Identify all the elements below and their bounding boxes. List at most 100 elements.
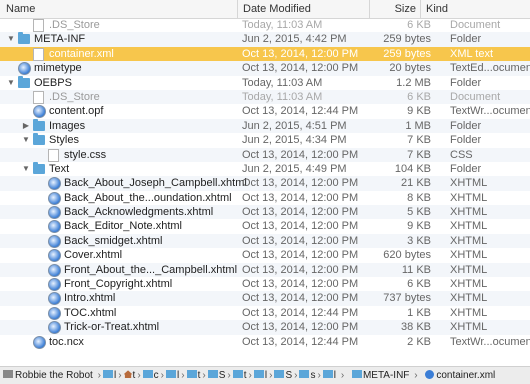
path-file-label: container.xml	[436, 370, 496, 381]
file-kind: Folder	[450, 76, 482, 89]
path-segment[interactable]: l	[253, 367, 267, 384]
column-size-header[interactable]: Size	[369, 0, 422, 18]
file-size: 5 KB	[407, 206, 431, 219]
path-segment-label: l	[177, 370, 180, 381]
column-name-header[interactable]: Name	[6, 0, 35, 18]
path-folder-meta-inf[interactable]: META-INF	[351, 367, 409, 384]
file-date: Oct 13, 2014, 12:44 PM	[242, 105, 359, 118]
file-row[interactable]: Cover.xhtml Oct 13, 2014, 12:00 PM 620 byt…	[0, 248, 530, 263]
file-size: 6 KB	[407, 90, 431, 103]
path-bar: Robbie the Robot › l › t › c › l › t › S › t › l › S › s › l …	[0, 366, 530, 384]
file-row[interactable]: container.xml Oct 13, 2014, 12:00 PM 259 b…	[0, 46, 530, 62]
path-separator: ›	[340, 370, 345, 381]
file-kind: XHTML	[450, 191, 488, 204]
path-segment-label: s	[310, 370, 316, 381]
file-name: Front_Copyright.xhtml	[64, 278, 173, 291]
file-row[interactable]: ▼ Styles Jun 2, 2015, 4:34 PM 7 KB Folder	[0, 133, 530, 147]
path-segment[interactable]: s	[299, 367, 315, 384]
file-size: 620 bytes	[383, 249, 431, 262]
file-date: Oct 13, 2014, 12:00 PM	[242, 278, 359, 291]
file-date: Oct 13, 2014, 12:44 PM	[242, 306, 359, 319]
file-row[interactable]: ▼ OEBPS Today, 11:03 AM 1.2 MB Folder	[0, 75, 530, 90]
file-name: .DS_Store	[49, 19, 100, 31]
file-list: .DS_Store Today, 11:03 AM 6 KB Document ▼ MET…	[0, 18, 530, 349]
home-icon	[123, 370, 133, 379]
path-segment[interactable]: t	[186, 367, 201, 384]
file-row[interactable]: Back_Acknowledgments.xhtml Oct 13, 2014, …	[0, 205, 530, 220]
file-name: Back_About_Joseph_Campbell.xhtml	[64, 177, 247, 190]
disclosure-open-icon[interactable]: ▼	[6, 76, 16, 90]
path-segment-label: t	[243, 370, 247, 381]
safari-document-icon	[33, 335, 46, 349]
file-row[interactable]: Front_Copyright.xhtml Oct 13, 2014, 12:00…	[0, 277, 530, 292]
file-row[interactable]: mimetype Oct 13, 2014, 12:00 PM 20 bytes Te…	[0, 61, 530, 76]
file-name: Text	[49, 162, 70, 175]
path-separator: ›	[137, 370, 141, 381]
file-row[interactable]: Back_smidget.xhtml Oct 13, 2014, 12:00 PM…	[0, 233, 530, 249]
file-date: Oct 13, 2014, 12:00 PM	[242, 321, 359, 334]
folder-icon	[18, 75, 30, 88]
file-date: Oct 13, 2014, 12:00 PM	[242, 263, 359, 276]
file-row[interactable]: .DS_Store Today, 11:03 AM 6 KB Document	[0, 89, 530, 105]
column-date-header[interactable]: Date Modified	[237, 0, 369, 18]
path-file[interactable]: container.xml	[425, 367, 495, 384]
document-icon	[33, 90, 44, 104]
disclosure-open-icon[interactable]: ▼	[6, 32, 16, 46]
safari-document-icon	[48, 263, 61, 277]
document-icon	[33, 19, 44, 32]
file-row[interactable]: Back_About_Joseph_Campbell.xhtml Oct 13, …	[0, 176, 530, 191]
file-size: 38 KB	[401, 321, 431, 334]
file-size: 8 KB	[407, 191, 431, 204]
path-segment[interactable]: t	[232, 367, 247, 384]
file-size: 21 KB	[401, 177, 431, 190]
file-row[interactable]: ▼ META-INF Jun 2, 2015, 4:42 PM 259 bytes Fo…	[0, 32, 530, 47]
file-row[interactable]: Trick-or-Treat.xhtml Oct 13, 2014, 12:00 …	[0, 320, 530, 335]
path-segment[interactable]: t	[123, 367, 135, 384]
file-date: Oct 13, 2014, 12:00 PM	[242, 62, 359, 75]
path-separator: ›	[414, 370, 418, 381]
path-segment[interactable]: l	[322, 367, 337, 384]
file-name: mimetype	[34, 62, 82, 75]
disclosure-open-icon[interactable]: ▼	[21, 133, 31, 147]
file-kind: XHTML	[450, 321, 488, 334]
folder-icon	[253, 370, 264, 379]
file-name: Back_Editor_Note.xhtml	[64, 220, 182, 233]
file-date: Oct 13, 2014, 12:44 PM	[242, 335, 359, 348]
path-segment[interactable]: c	[142, 367, 159, 384]
file-row[interactable]: Front_About_the..._Campbell.xhtml Oct 13,…	[0, 262, 530, 278]
file-row[interactable]: toc.ncx Oct 13, 2014, 12:44 PM 2 KB TextWr.…	[0, 335, 530, 349]
file-row[interactable]: style.css Oct 13, 2014, 12:00 PM 7 KB CSS	[0, 147, 530, 162]
file-row[interactable]: TOC.xhtml Oct 13, 2014, 12:44 PM 1 KB XHTML	[0, 306, 530, 320]
disclosure-closed-icon[interactable]: ▶	[21, 119, 31, 133]
file-kind: Document	[450, 19, 501, 31]
folder-icon	[33, 118, 45, 131]
file-row[interactable]: Back_About_the...oundation.xhtml Oct 13, …	[0, 191, 530, 205]
safari-document-icon	[48, 249, 61, 263]
path-segment[interactable]: S	[207, 367, 225, 384]
file-name: toc.ncx	[49, 335, 84, 348]
path-segment[interactable]: S	[274, 367, 292, 384]
column-kind-header[interactable]: Kind	[420, 0, 530, 18]
file-row[interactable]: ▶ Images Jun 2, 2015, 4:51 PM 1 MB Folder	[0, 118, 530, 134]
document-icon	[33, 47, 44, 61]
file-row[interactable]: Back_Editor_Note.xhtml Oct 13, 2014, 12:0…	[0, 219, 530, 234]
file-name: style.css	[64, 148, 107, 161]
file-row[interactable]: Intro.xhtml Oct 13, 2014, 12:00 PM 737 byt…	[0, 291, 530, 306]
folder-icon	[232, 370, 243, 379]
file-date: Oct 13, 2014, 12:00 PM	[242, 220, 359, 233]
path-disk[interactable]: Robbie the Robot	[3, 367, 93, 384]
file-row[interactable]: .DS_Store Today, 11:03 AM 6 KB Document	[0, 18, 530, 32]
file-size: 9 KB	[407, 220, 431, 233]
path-segment[interactable]: l	[166, 367, 179, 384]
file-row[interactable]: ▼ Text Jun 2, 2015, 4:49 PM 104 KB Folder	[0, 161, 530, 176]
path-segment[interactable]: l	[102, 367, 116, 384]
file-date: Today, 11:03 AM	[242, 19, 323, 31]
file-size: 104 KB	[394, 162, 431, 175]
disclosure-open-icon[interactable]: ▼	[21, 162, 31, 176]
folder-icon	[33, 133, 45, 146]
path-segment-label: l	[333, 370, 337, 381]
file-row[interactable]: content.opf Oct 13, 2014, 12:44 PM 9 KB Tex…	[0, 104, 530, 119]
path-segment-label: t	[197, 370, 201, 381]
file-kind: Folder	[450, 33, 482, 46]
file-size: 1.2 MB	[396, 76, 431, 89]
